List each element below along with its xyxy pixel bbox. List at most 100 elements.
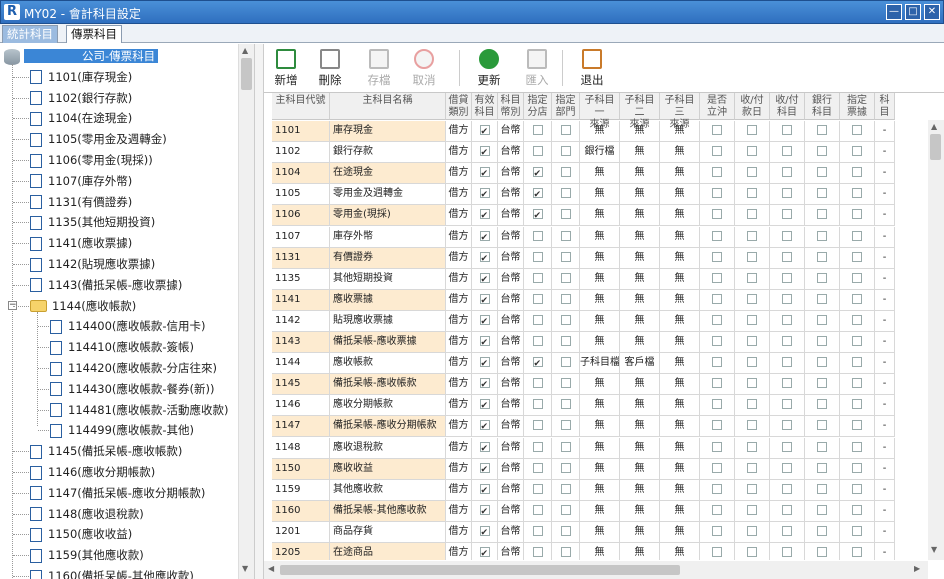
checkbox[interactable] bbox=[560, 272, 571, 283]
table-cell[interactable]: 台幣 bbox=[498, 121, 524, 142]
table-cell[interactable] bbox=[805, 479, 840, 501]
table-cell[interactable]: 無 bbox=[660, 205, 700, 227]
table-cell[interactable] bbox=[735, 395, 770, 417]
table-cell[interactable] bbox=[805, 332, 840, 353]
column-header[interactable]: 科目 幣別 bbox=[498, 93, 524, 120]
table-cell[interactable] bbox=[472, 142, 498, 164]
table-cell[interactable]: 無 bbox=[620, 226, 660, 248]
checkbox[interactable] bbox=[712, 483, 722, 494]
table-row[interactable]: 1159其他應收款借方台幣無無無- bbox=[272, 479, 895, 501]
checkbox[interactable] bbox=[817, 441, 827, 452]
checkbox[interactable] bbox=[817, 209, 827, 220]
toolbar-button-trash[interactable]: 刪除 bbox=[310, 46, 350, 90]
table-cell[interactable]: 無 bbox=[620, 500, 660, 522]
toolbar-button-add-document[interactable]: 新增 bbox=[266, 46, 306, 90]
table-cell[interactable]: 台幣 bbox=[498, 163, 524, 185]
table-cell[interactable]: - bbox=[875, 332, 895, 353]
table-cell[interactable]: 無 bbox=[580, 437, 620, 459]
table-cell[interactable] bbox=[552, 289, 580, 311]
table-cell[interactable] bbox=[700, 163, 735, 185]
table-cell[interactable]: 無 bbox=[620, 395, 660, 417]
table-cell[interactable]: - bbox=[875, 163, 895, 185]
table-cell[interactable]: - bbox=[875, 226, 895, 248]
table-cell[interactable]: 無 bbox=[620, 374, 660, 396]
grid-horizontal-scrollbar[interactable]: ◀ ▶ bbox=[264, 561, 928, 579]
table-cell[interactable] bbox=[552, 458, 580, 480]
checkbox[interactable] bbox=[532, 336, 543, 346]
checkbox[interactable] bbox=[712, 547, 722, 557]
table-cell[interactable]: 無 bbox=[620, 289, 660, 311]
table-cell[interactable] bbox=[472, 416, 498, 438]
table-cell[interactable]: 台幣 bbox=[498, 184, 524, 206]
table-cell[interactable] bbox=[770, 332, 805, 353]
table-cell[interactable] bbox=[805, 310, 840, 332]
checkbox[interactable] bbox=[852, 547, 862, 557]
checkbox[interactable] bbox=[817, 420, 827, 431]
checkbox[interactable] bbox=[560, 547, 571, 557]
table-cell[interactable]: - bbox=[875, 247, 895, 269]
table-cell[interactable] bbox=[770, 205, 805, 227]
checkbox[interactable] bbox=[560, 399, 571, 410]
table-cell[interactable]: 台幣 bbox=[498, 332, 524, 353]
checkbox[interactable] bbox=[817, 336, 827, 346]
checkbox[interactable] bbox=[747, 378, 757, 389]
table-row[interactable]: 1135其他短期投資借方台幣無無無- bbox=[272, 268, 895, 290]
table-cell[interactable] bbox=[700, 142, 735, 164]
checkbox[interactable] bbox=[532, 272, 543, 283]
table-cell[interactable]: 無 bbox=[580, 543, 620, 560]
checkbox[interactable] bbox=[712, 188, 722, 199]
table-cell[interactable] bbox=[552, 247, 580, 269]
checkbox[interactable] bbox=[560, 167, 571, 178]
column-header[interactable]: 銀行 科目 bbox=[805, 93, 840, 120]
checkbox[interactable] bbox=[532, 462, 543, 473]
table-cell[interactable] bbox=[770, 184, 805, 206]
tree-node[interactable]: 1107(庫存外幣) bbox=[30, 171, 132, 191]
scroll-down-icon[interactable]: ▼ bbox=[931, 545, 937, 554]
table-cell[interactable] bbox=[524, 142, 552, 164]
checkbox[interactable] bbox=[560, 462, 571, 473]
table-cell[interactable] bbox=[552, 479, 580, 501]
tree-node[interactable]: 114400(應收帳款-信用卡) bbox=[50, 316, 206, 336]
table-cell[interactable]: 無 bbox=[660, 163, 700, 185]
table-cell[interactable] bbox=[735, 479, 770, 501]
table-cell[interactable]: - bbox=[875, 479, 895, 501]
checkbox[interactable] bbox=[782, 146, 792, 157]
table-cell[interactable] bbox=[472, 268, 498, 290]
table-cell[interactable]: - bbox=[875, 289, 895, 311]
table-cell[interactable] bbox=[700, 458, 735, 480]
tree-node[interactable]: 1131(有價證券) bbox=[30, 192, 132, 212]
checkbox[interactable] bbox=[479, 228, 490, 247]
column-header[interactable]: 主科目名稱 bbox=[330, 93, 446, 120]
table-cell[interactable] bbox=[472, 332, 498, 353]
table-row[interactable]: 1150應收收益借方台幣無無無- bbox=[272, 458, 895, 480]
table-cell[interactable] bbox=[552, 395, 580, 417]
table-cell[interactable] bbox=[805, 395, 840, 417]
checkbox[interactable] bbox=[747, 251, 757, 262]
tree-node[interactable]: 114430(應收帳款-餐券(新)) bbox=[50, 379, 215, 399]
table-cell[interactable]: - bbox=[875, 142, 895, 164]
table-cell[interactable] bbox=[770, 479, 805, 501]
table-cell[interactable] bbox=[472, 353, 498, 375]
table-cell[interactable] bbox=[735, 142, 770, 164]
checkbox[interactable] bbox=[712, 357, 722, 368]
table-row[interactable]: 1145備抵呆帳-應收帳款借方台幣無無無- bbox=[272, 374, 895, 396]
table-cell[interactable] bbox=[472, 310, 498, 332]
table-cell[interactable]: 無 bbox=[660, 310, 700, 332]
tree-node[interactable]: 114420(應收帳款-分店往來) bbox=[50, 358, 217, 378]
table-cell[interactable] bbox=[735, 310, 770, 332]
checkbox[interactable] bbox=[852, 293, 862, 304]
table-cell[interactable] bbox=[552, 500, 580, 522]
checkbox[interactable] bbox=[712, 462, 722, 473]
table-cell[interactable]: 無 bbox=[620, 416, 660, 438]
table-cell[interactable]: 無 bbox=[580, 247, 620, 269]
table-cell[interactable]: 無 bbox=[580, 310, 620, 332]
checkbox[interactable] bbox=[852, 462, 862, 473]
checkbox[interactable] bbox=[782, 399, 792, 410]
table-cell[interactable] bbox=[700, 226, 735, 248]
table-row[interactable]: 1104在途現金借方台幣無無無- bbox=[272, 163, 895, 185]
checkbox[interactable] bbox=[782, 167, 792, 178]
table-cell[interactable] bbox=[840, 500, 875, 522]
table-cell[interactable]: 無 bbox=[660, 416, 700, 438]
checkbox[interactable] bbox=[852, 314, 862, 325]
checkbox[interactable] bbox=[817, 167, 827, 178]
